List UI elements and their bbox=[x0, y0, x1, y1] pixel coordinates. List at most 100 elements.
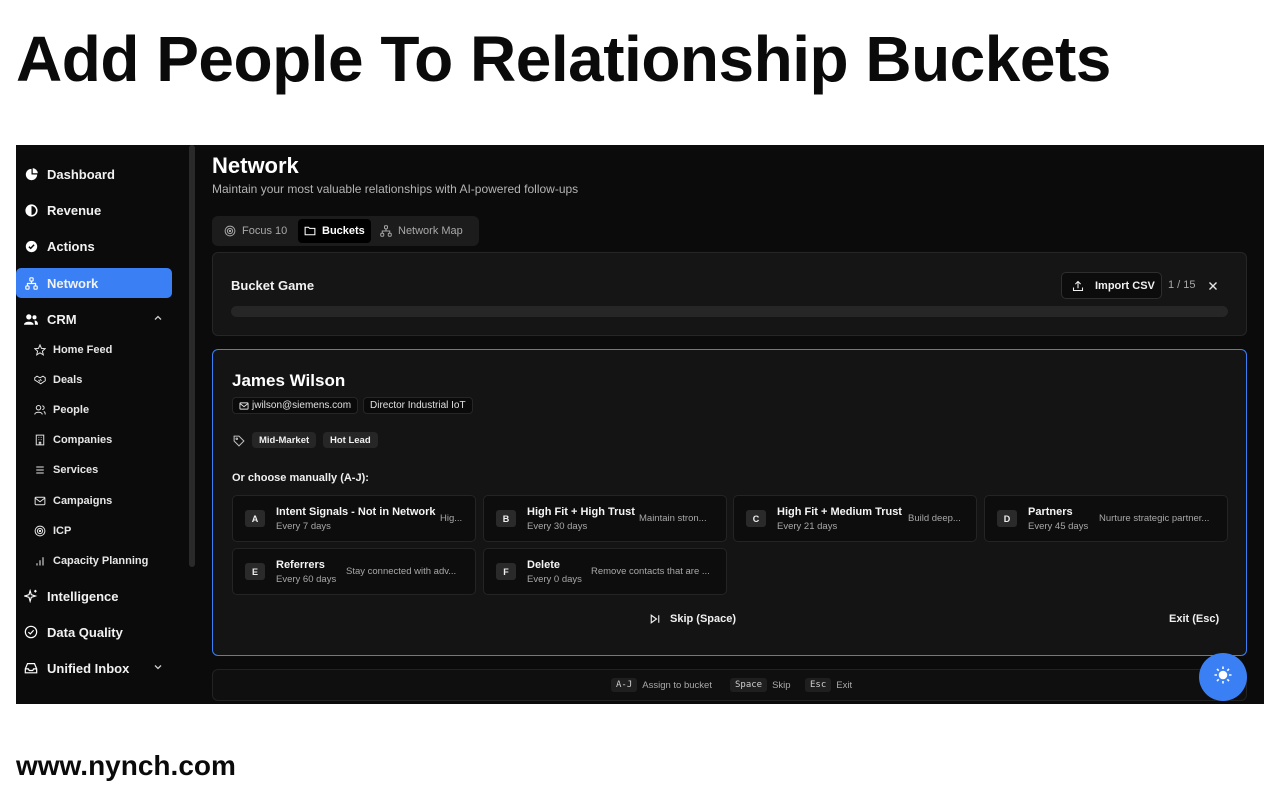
bucket-option-e[interactable]: E Referrers Every 60 days Stay connected… bbox=[232, 548, 476, 595]
network-icon bbox=[24, 276, 38, 290]
sidebar-subitem-label: Companies bbox=[53, 434, 113, 446]
people-icon bbox=[34, 404, 46, 416]
exit-button[interactable]: Exit (Esc) bbox=[1169, 613, 1219, 625]
bucket-name: Intent Signals - Not in Network bbox=[276, 506, 436, 518]
bucket-frequency: Every 21 days bbox=[777, 521, 838, 532]
bucket-option-f[interactable]: F Delete Every 0 days Remove contacts th… bbox=[483, 548, 727, 595]
shortcut-skip: Space Skip bbox=[730, 678, 791, 692]
choose-manually-label: Or choose manually (A-J): bbox=[232, 472, 369, 484]
bucket-frequency: Every 45 days bbox=[1028, 521, 1089, 532]
bucket-name: Delete bbox=[527, 559, 561, 571]
bucket-option-a[interactable]: A Intent Signals - Not in Network Every … bbox=[232, 495, 476, 542]
sidebar-subitem-icp[interactable]: ICP bbox=[34, 519, 71, 543]
building-icon bbox=[34, 434, 46, 446]
bucket-name: High Fit + Medium Trust bbox=[777, 506, 902, 518]
sidebar-item-crm[interactable]: CRM bbox=[16, 304, 172, 334]
bucket-name: Referrers bbox=[276, 559, 325, 571]
sidebar-item-intelligence[interactable]: Intelligence bbox=[16, 581, 172, 611]
bucket-game-title: Bucket Game bbox=[231, 278, 315, 293]
person-card: James Wilson jwilson@siemens.com Directo… bbox=[212, 349, 1247, 656]
bucket-name: Partners bbox=[1028, 506, 1073, 518]
bucket-option-d[interactable]: D Partners Every 45 days Nurture strateg… bbox=[984, 495, 1228, 542]
sidebar-scrollbar[interactable] bbox=[189, 145, 195, 567]
folder-icon bbox=[304, 225, 316, 237]
sidebar: Dashboard Revenue Actions Network CRM Ho… bbox=[16, 145, 188, 704]
sidebar-subitem-people[interactable]: People bbox=[34, 398, 89, 422]
import-csv-label: Import CSV bbox=[1095, 279, 1155, 292]
sidebar-subitem-label: Capacity Planning bbox=[53, 555, 149, 567]
sidebar-subitem-campaigns[interactable]: Campaigns bbox=[34, 489, 112, 513]
import-csv-button[interactable]: Import CSV bbox=[1061, 272, 1162, 299]
sidebar-subitem-deals[interactable]: Deals bbox=[34, 368, 82, 392]
mail-icon bbox=[239, 401, 249, 411]
sidebar-item-actions[interactable]: Actions bbox=[16, 231, 172, 261]
progress-bar bbox=[231, 306, 1228, 317]
bucket-description: Maintain stron... bbox=[639, 513, 707, 524]
job-title-chip: Director Industrial IoT bbox=[363, 397, 473, 414]
person-email: jwilson@siemens.com bbox=[252, 400, 352, 411]
star-icon bbox=[34, 344, 46, 356]
bucket-key: F bbox=[496, 563, 516, 580]
tab-label: Buckets bbox=[322, 225, 365, 237]
person-job-title: Director Industrial IoT bbox=[370, 400, 466, 411]
bucket-option-b[interactable]: B High Fit + High Trust Every 30 days Ma… bbox=[483, 495, 727, 542]
shortcut-key: Space bbox=[730, 678, 768, 692]
sidebar-item-label: CRM bbox=[47, 311, 77, 327]
tag-icon bbox=[233, 434, 245, 447]
target-icon bbox=[34, 525, 46, 537]
check-circle-icon bbox=[24, 239, 38, 253]
close-icon[interactable] bbox=[1207, 279, 1219, 291]
sidebar-item-data-quality[interactable]: Data Quality bbox=[16, 617, 172, 647]
page-headline: Add People To Relationship Buckets bbox=[16, 23, 1111, 95]
sun-icon bbox=[1213, 665, 1233, 690]
sidebar-item-network[interactable]: Network bbox=[16, 268, 172, 298]
sidebar-item-unified-inbox[interactable]: Unified Inbox bbox=[16, 653, 172, 683]
revenue-icon bbox=[24, 203, 38, 217]
sidebar-subitem-companies[interactable]: Companies bbox=[34, 428, 112, 452]
tab-focus-10[interactable]: Focus 10 bbox=[218, 219, 293, 243]
shortcut-label: Exit bbox=[836, 679, 853, 691]
theme-toggle-button[interactable] bbox=[1199, 653, 1247, 701]
sidebar-item-label: Network bbox=[47, 275, 99, 291]
bucket-game-panel: Bucket Game Import CSV 1 / 15 bbox=[212, 252, 1247, 336]
sidebar-item-label: Intelligence bbox=[47, 588, 119, 604]
sidebar-subitem-label: Home Feed bbox=[53, 344, 113, 356]
person-name: James Wilson bbox=[232, 371, 346, 390]
email-chip[interactable]: jwilson@siemens.com bbox=[232, 397, 359, 414]
keyboard-shortcuts-bar: A-J Assign to bucket Space Skip Esc Exit bbox=[212, 669, 1247, 701]
sparkles-icon bbox=[24, 589, 38, 603]
mail-icon bbox=[34, 495, 46, 507]
shortcut-exit: Esc Exit bbox=[805, 678, 852, 692]
chevron-up-icon[interactable] bbox=[152, 312, 164, 324]
chevron-down-icon[interactable] bbox=[152, 661, 164, 673]
sidebar-item-label: Actions bbox=[47, 238, 95, 254]
bucket-key: D bbox=[997, 510, 1017, 527]
bucket-description: Build deep... bbox=[908, 513, 961, 524]
tab-buckets[interactable]: Buckets bbox=[298, 219, 371, 243]
bucket-description: Hig... bbox=[440, 513, 463, 524]
sidebar-item-revenue[interactable]: Revenue bbox=[16, 195, 172, 225]
tab-network-map[interactable]: Network Map bbox=[374, 219, 469, 243]
bucket-option-c[interactable]: C High Fit + Medium Trust Every 21 days … bbox=[733, 495, 977, 542]
sidebar-subitem-capacity-planning[interactable]: Capacity Planning bbox=[34, 549, 148, 573]
check-badge-icon bbox=[24, 625, 38, 639]
target-icon bbox=[224, 225, 236, 237]
handshake-icon bbox=[34, 374, 46, 386]
progress-counter: 1 / 15 bbox=[1168, 279, 1196, 291]
sidebar-item-dashboard[interactable]: Dashboard bbox=[16, 159, 172, 189]
footer-url: www.nynch.com bbox=[16, 750, 236, 781]
shortcut-key: Esc bbox=[805, 678, 832, 692]
view-tabs: Focus 10 Buckets Network Map bbox=[212, 216, 479, 246]
bucket-key: A bbox=[245, 510, 265, 527]
sidebar-subitem-label: People bbox=[53, 404, 90, 416]
bucket-key: E bbox=[245, 563, 265, 580]
upload-icon bbox=[1072, 280, 1084, 292]
skip-button[interactable]: Skip (Space) bbox=[649, 613, 736, 625]
users-icon bbox=[24, 312, 38, 326]
bucket-frequency: Every 30 days bbox=[527, 521, 588, 532]
skip-forward-icon bbox=[649, 613, 661, 625]
bar-chart-icon bbox=[34, 555, 46, 567]
sidebar-subitem-home-feed[interactable]: Home Feed bbox=[34, 338, 112, 362]
sidebar-subitem-services[interactable]: Services bbox=[34, 458, 98, 482]
app-screenshot: Dashboard Revenue Actions Network CRM Ho… bbox=[16, 145, 1264, 704]
